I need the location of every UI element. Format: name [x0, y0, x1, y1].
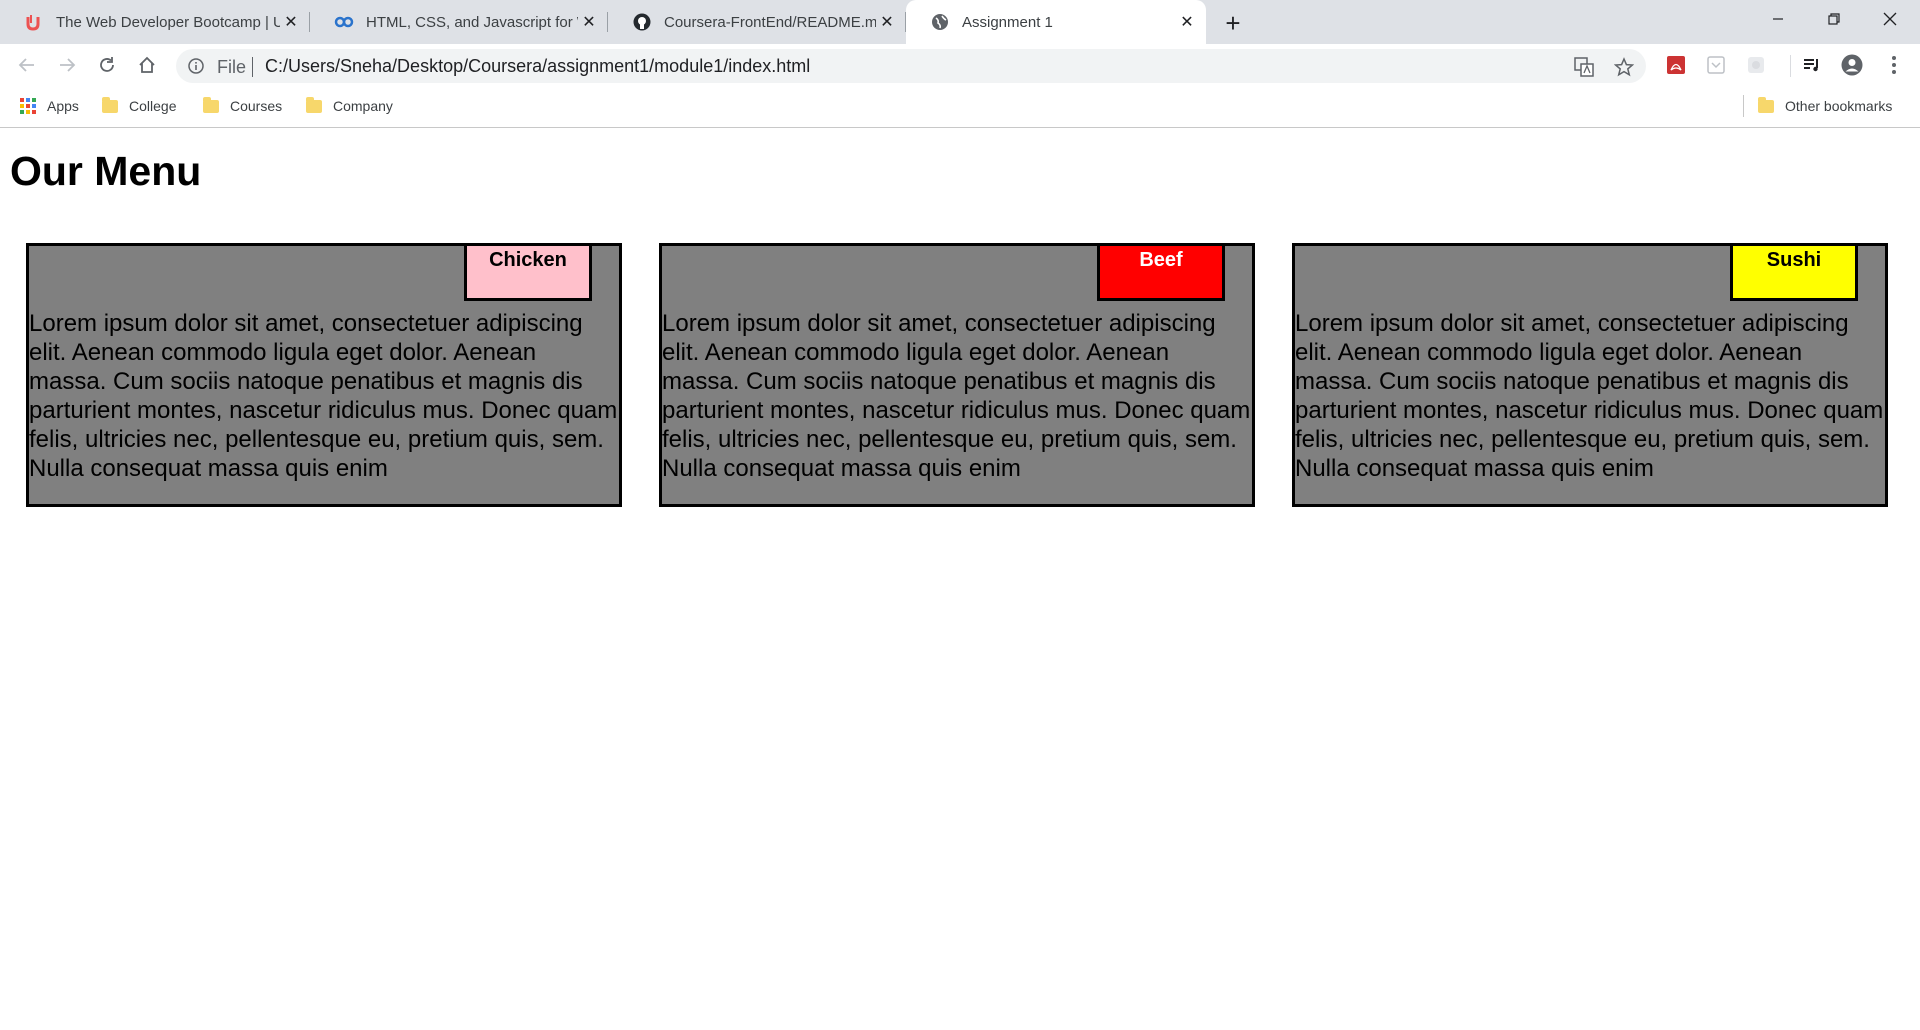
apps-grid-icon [19, 97, 37, 115]
menu-card-chicken: Chicken Lorem ipsum dolor sit amet, cons… [26, 243, 622, 507]
close-icon[interactable]: ✕ [876, 11, 898, 33]
close-window-icon [1883, 12, 1897, 26]
back-arrow-icon [18, 58, 34, 72]
back-button[interactable] [11, 49, 43, 81]
close-icon[interactable]: ✕ [578, 11, 600, 33]
minimize-icon [1773, 18, 1783, 20]
card-label-chicken: Chicken [464, 246, 592, 301]
folder-icon [1757, 96, 1775, 115]
media-control-icon[interactable] [1800, 53, 1824, 77]
bookmark-company[interactable]: Company [305, 94, 393, 118]
reload-icon [100, 57, 114, 72]
restore-button[interactable] [1806, 0, 1862, 38]
extension-icon[interactable] [1744, 53, 1768, 77]
restore-icon [1828, 13, 1840, 25]
pdf-extension-icon[interactable] [1664, 53, 1688, 77]
folder-icon [101, 96, 119, 115]
info-icon[interactable] [186, 56, 206, 76]
url-scheme: File [217, 57, 247, 77]
close-icon[interactable]: ✕ [280, 11, 302, 33]
tab-assignment[interactable]: Assignment 1 ✕ [906, 0, 1206, 44]
tab-github[interactable]: Coursera-FrontEnd/README.md ✕ [608, 0, 906, 44]
page-title: Our Menu [10, 148, 202, 194]
card-label-beef: Beef [1097, 246, 1225, 301]
tab-title: HTML, CSS, and Javascript for Web Develo… [366, 13, 578, 31]
menu-card-beef: Beef Lorem ipsum dolor sit amet, consect… [659, 243, 1255, 507]
bookmark-label: Company [333, 98, 393, 114]
reload-button[interactable] [91, 49, 123, 81]
address-bar[interactable]: File C:/Users/Sneha/Desktop/Coursera/ass… [176, 49, 1646, 83]
bookmark-label: Courses [230, 98, 283, 114]
page-content: Our Menu Chicken Lorem ipsum dolor sit a… [0, 128, 1920, 1030]
bookmark-label: Apps [47, 98, 79, 114]
menu-kebab-icon[interactable] [1882, 53, 1906, 77]
close-icon[interactable]: ✕ [1176, 11, 1198, 33]
bookmark-label: College [129, 98, 177, 114]
tab-coursera[interactable]: HTML, CSS, and Javascript for Web Develo… [310, 0, 608, 44]
home-button[interactable] [131, 49, 163, 81]
toolbar-divider [1790, 55, 1791, 77]
udemy-icon [24, 12, 44, 32]
divider [252, 57, 253, 77]
tab-title: The Web Developer Bootcamp | Udemy [56, 13, 280, 31]
bookmark-college[interactable]: College [101, 94, 176, 118]
bookmark-label: Other bookmarks [1785, 98, 1893, 114]
github-icon [632, 12, 652, 32]
bookmarks-bar: Apps College Courses Company Other bookm… [0, 86, 1920, 128]
forward-arrow-icon [60, 58, 76, 72]
tab-strip: The Web Developer Bootcamp | Udemy ✕ HTM… [0, 0, 1920, 44]
tab-title: Coursera-FrontEnd/README.md [664, 13, 876, 31]
url-text[interactable]: C:/Users/Sneha/Desktop/Coursera/assignme… [265, 56, 810, 77]
profile-avatar-icon[interactable] [1840, 53, 1864, 77]
coursera-icon [334, 12, 354, 32]
folder-icon [305, 96, 323, 115]
pocket-extension-icon[interactable] [1704, 53, 1728, 77]
new-tab-button[interactable]: + [1218, 8, 1248, 38]
forward-button[interactable] [51, 49, 83, 81]
bookmark-courses[interactable]: Courses [202, 94, 282, 118]
bookmark-other[interactable]: Other bookmarks [1757, 94, 1892, 118]
home-icon [139, 56, 155, 73]
card-text: Lorem ipsum dolor sit amet, consectetuer… [662, 310, 1251, 482]
bookmark-star-icon[interactable] [1612, 55, 1636, 79]
card-text: Lorem ipsum dolor sit amet, consectetuer… [29, 310, 618, 482]
translate-icon[interactable] [1572, 55, 1596, 79]
menu-card-sushi: Sushi Lorem ipsum dolor sit amet, consec… [1292, 243, 1888, 507]
folder-icon [202, 96, 220, 115]
tab-udemy[interactable]: The Web Developer Bootcamp | Udemy ✕ [0, 0, 310, 44]
toolbar: File C:/Users/Sneha/Desktop/Coursera/ass… [0, 44, 1920, 86]
card-text: Lorem ipsum dolor sit amet, consectetuer… [1295, 310, 1884, 482]
globe-icon [930, 12, 950, 32]
bookmark-apps[interactable]: Apps [19, 94, 79, 118]
bookmarks-divider [1743, 95, 1744, 117]
minimize-button[interactable] [1750, 0, 1806, 38]
close-window-button[interactable] [1862, 0, 1918, 38]
card-label-sushi: Sushi [1730, 246, 1858, 301]
tab-title: Assignment 1 [962, 13, 1053, 31]
